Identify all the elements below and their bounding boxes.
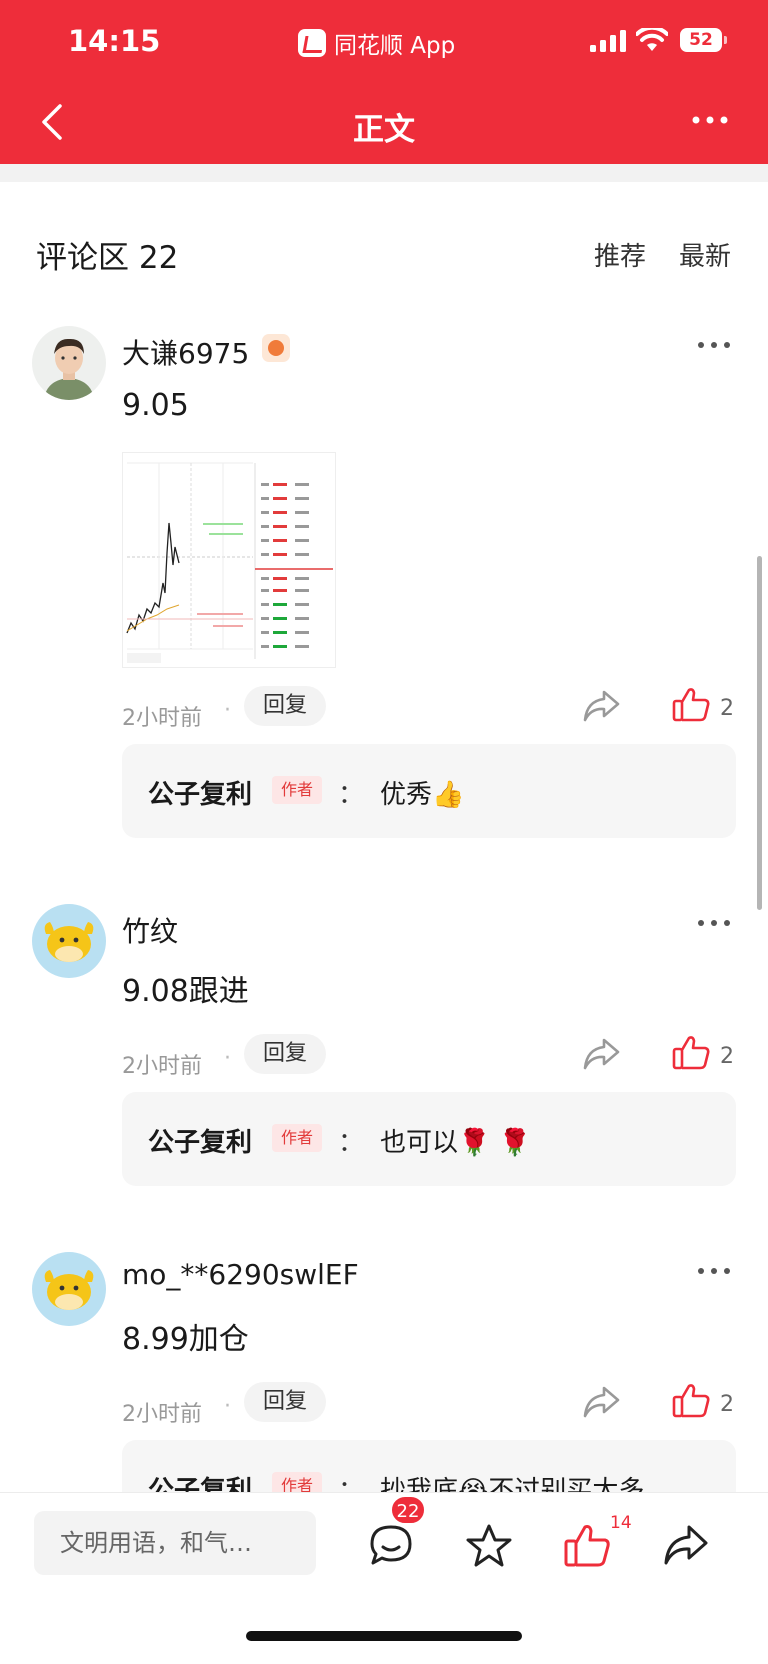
comment-time: 2小时前 (122, 1402, 202, 1427)
like-count: 2 (720, 1392, 734, 1417)
reply-username[interactable]: 公子复利 (148, 1122, 252, 1159)
share-icon[interactable] (582, 688, 620, 724)
comment-text: 9.08跟进 (122, 974, 249, 1009)
comment-icon[interactable] (368, 1523, 414, 1567)
separator-dot: · (224, 1394, 231, 1419)
top-bar: 14:15 同花顺 App 52 正文 (0, 0, 768, 164)
reply-colon: ： (338, 1128, 365, 1158)
comment-time: 2小时前 (122, 706, 202, 731)
comment-text: 8.99加仓 (122, 1322, 249, 1357)
thumbs-up-icon[interactable] (672, 686, 710, 722)
reply-button[interactable]: 回复 (244, 1382, 326, 1422)
author-tag: 作者 (272, 1124, 322, 1152)
avatar[interactable] (32, 904, 106, 978)
sort-latest-tab[interactable]: 最新 (679, 236, 731, 273)
reply-button[interactable]: 回复 (244, 686, 326, 726)
more-icon[interactable] (696, 340, 732, 350)
status-app-label: 同花顺 App (334, 33, 456, 59)
divider (0, 164, 768, 182)
thumbs-up-icon[interactable] (672, 1034, 710, 1070)
like-total-count: 14 (610, 1513, 632, 1533)
home-indicator[interactable] (246, 1631, 522, 1641)
more-icon[interactable] (696, 1266, 732, 1276)
avatar[interactable] (32, 326, 106, 400)
comment-count-badge: 22 (390, 1495, 426, 1525)
username[interactable]: 竹纹 (122, 910, 178, 950)
reply-button[interactable]: 回复 (244, 1034, 326, 1074)
bottom-action-bar: 文明用语，和气… 22 14 (0, 1492, 768, 1664)
reply-username[interactable]: 公子复利 (148, 774, 252, 811)
reply-colon: ： (338, 780, 365, 810)
like-count: 2 (720, 1044, 734, 1069)
app-logo-icon (298, 29, 326, 57)
share-icon[interactable] (582, 1036, 620, 1072)
comment-input[interactable]: 文明用语，和气… (34, 1511, 316, 1575)
thumbs-up-icon[interactable] (672, 1382, 710, 1418)
author-tag: 作者 (272, 776, 322, 804)
page-title: 正文 (353, 112, 415, 148)
more-icon[interactable] (696, 918, 732, 928)
comment-time: 2小时前 (122, 1054, 202, 1079)
battery-indicator: 52 (680, 28, 727, 52)
comment-text: 9.05 (122, 388, 189, 423)
stock-chart-image[interactable] (122, 452, 336, 668)
username[interactable]: mo_**6290swlEF (122, 1258, 359, 1291)
username[interactable]: 大谦6975 (122, 332, 249, 372)
thumbs-up-icon[interactable] (564, 1523, 610, 1567)
avatar[interactable] (32, 1252, 106, 1326)
reply-text: 也可以🌹 🌹 (380, 1128, 532, 1158)
reply-text: 优秀👍 (380, 780, 465, 810)
separator-dot: · (224, 1046, 231, 1071)
share-icon[interactable] (662, 1523, 708, 1567)
author-reply[interactable]: 公子复利 作者 ： 优秀👍 (122, 744, 736, 838)
status-app-indicator[interactable]: 同花顺 App (298, 26, 455, 60)
comments-title: 评论区 22 (36, 240, 179, 276)
share-icon[interactable] (582, 1384, 620, 1420)
author-reply[interactable]: 公子复利 作者 ： 也可以🌹 🌹 (122, 1092, 736, 1186)
sort-recommend-tab[interactable]: 推荐 (594, 236, 646, 273)
status-time: 14:15 (68, 24, 161, 58)
separator-dot: · (224, 698, 231, 723)
scrollbar[interactable] (757, 556, 762, 910)
star-icon[interactable] (466, 1523, 512, 1567)
like-count: 2 (720, 696, 734, 721)
more-icon[interactable] (690, 108, 730, 132)
wifi-icon (636, 28, 668, 51)
user-level-badge-icon (262, 334, 290, 362)
signal-icon (590, 30, 626, 52)
